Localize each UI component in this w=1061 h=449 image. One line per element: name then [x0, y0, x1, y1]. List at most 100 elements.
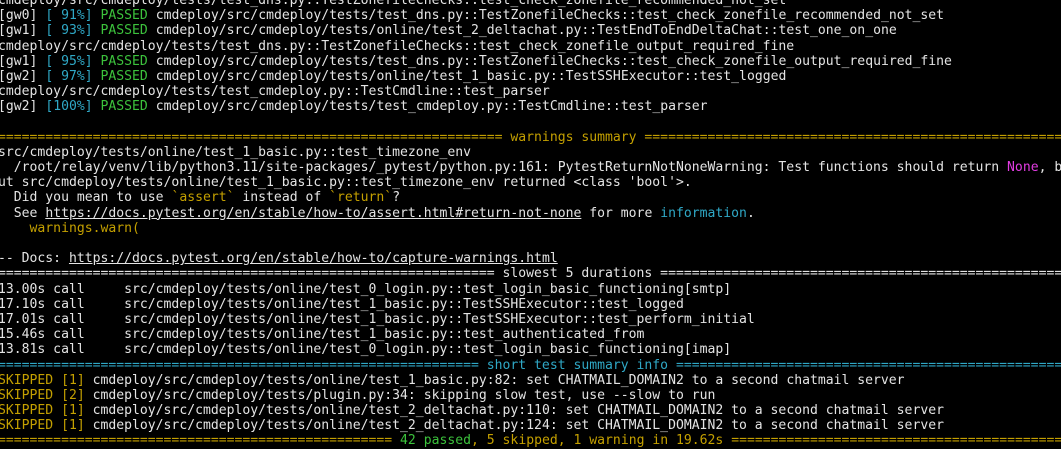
- text-segment: 13.81s call src/cmdeploy/tests/online/te…: [0, 342, 732, 358]
- docs-link[interactable]: https://docs.pytest.org/en/stable/how-to…: [69, 251, 558, 266]
- docs-link[interactable]: https://docs.pytest.org/en/stable/how-to…: [45, 206, 581, 221]
- skipped-line: SKIPPED [1] cmdeploy/src/cmdeploy/tests/…: [0, 373, 1061, 388]
- duration-line: 13.81s call src/cmdeploy/tests/online/te…: [0, 342, 1061, 357]
- text-segment: PASSED: [100, 68, 148, 84]
- text-segment: ,: [557, 433, 574, 449]
- test-result-line: [gw2] [100%] PASSED cmdeploy/src/cmdeplo…: [0, 99, 1061, 114]
- text-segment: ?: [392, 190, 401, 206]
- text-segment: SKIPPED [1]: [0, 403, 85, 419]
- text-segment: [93, 54, 101, 69]
- text-segment: cmdeploy/src/cmdeploy/tests/online/test_…: [147, 23, 897, 39]
- text-segment: ,: [471, 433, 487, 449]
- terminal-window: { "colors": { "background": "#000000", "…: [0, 0, 1061, 448]
- text-segment: /root/relay/venv/lib/python3.11/site-pac…: [0, 160, 1008, 176]
- text-segment: ========================================…: [0, 129, 1061, 145]
- text-segment: cmdeploy/src/cmdeploy/tests/test_dns.py:…: [147, 53, 952, 69]
- warnings-summary-header: ========================================…: [0, 130, 1061, 145]
- duration-line: 15.46s call src/cmdeploy/tests/online/te…: [0, 327, 1061, 342]
- final-summary-line: ========================================…: [0, 433, 1061, 448]
- text-segment: in 19.62s: [644, 433, 724, 449]
- test-result-line: [gw1] [ 93%] PASSED cmdeploy/src/cmdeplo…: [0, 23, 1061, 38]
- test-result-line: [gw0] [ 91%] PASSED cmdeploy/src/cmdeplo…: [0, 8, 1061, 23]
- text-segment: cmdeploy/src/cmdeploy/tests/test_cmdeplo…: [147, 99, 708, 115]
- text-segment: [ 97%]: [45, 68, 93, 84]
- text-segment: Did you mean to use: [0, 190, 172, 206]
- text-segment: [gw2]: [0, 99, 46, 115]
- text-segment: SKIPPED [2]: [0, 387, 85, 403]
- text-segment: ========================================…: [0, 357, 1061, 373]
- text-segment: `return`: [329, 190, 393, 206]
- text-segment: [93, 69, 101, 84]
- text-segment: ========================================…: [0, 266, 1061, 282]
- text-segment: cmdeploy/src/cmdeploy/tests/test_cmdeplo…: [0, 84, 550, 100]
- terminal-line: cmdeploy/src/cmdeploy/tests/test_dns.py:…: [0, 0, 1061, 8]
- text-segment: SKIPPED [1]: [0, 372, 85, 388]
- blank-line: [0, 115, 1061, 130]
- text-segment: src/cmdeploy/tests/online/test_1_basic.p…: [0, 144, 471, 160]
- text-segment: [93, 99, 101, 114]
- text-segment: cmdeploy/src/cmdeploy/tests/online/test_…: [84, 372, 905, 388]
- text-segment: cmdeploy/src/cmdeploy/tests/online/test_…: [84, 418, 944, 434]
- text-segment: [gw2]: [0, 68, 46, 84]
- text-segment: cmdeploy/src/cmdeploy/tests/test_dns.py:…: [0, 38, 795, 54]
- text-segment: cmdeploy/src/cmdeploy/tests/plugin.py:34…: [84, 387, 716, 403]
- terminal-line: src/cmdeploy/tests/online/test_1_basic.p…: [0, 145, 1061, 160]
- text-segment: PASSED: [100, 23, 148, 39]
- blank-line: [0, 236, 1061, 251]
- duration-line: 17.10s call src/cmdeploy/tests/online/te…: [0, 297, 1061, 312]
- terminal-line: -- Docs: https://docs.pytest.org/en/stab…: [0, 251, 1061, 266]
- text-segment: 15.46s call src/cmdeploy/tests/online/te…: [0, 327, 645, 343]
- text-segment: 1 warning: [573, 433, 645, 449]
- text-segment: PASSED: [100, 53, 148, 69]
- short-summary-header: ========================================…: [0, 358, 1061, 373]
- text-segment: -- Docs:: [0, 251, 69, 267]
- slowest-durations-header: ========================================…: [0, 266, 1061, 281]
- text-segment: 13.00s call src/cmdeploy/tests/online/te…: [0, 281, 732, 297]
- text-segment: ========================================…: [0, 433, 401, 449]
- terminal-line: See https://docs.pytest.org/en/stable/ho…: [0, 206, 1061, 221]
- test-result-line: [gw1] [ 95%] PASSED cmdeploy/src/cmdeplo…: [0, 54, 1061, 69]
- text-segment: 17.01s call src/cmdeploy/tests/online/te…: [0, 311, 755, 327]
- test-result-line: [gw2] [ 97%] PASSED cmdeploy/src/cmdeplo…: [0, 69, 1061, 84]
- text-segment: cmdeploy/src/cmdeploy/tests/online/test_…: [84, 403, 944, 419]
- text-segment: [0, 115, 6, 130]
- text-segment: ut src/cmdeploy/tests/online/test_1_basi…: [0, 175, 692, 191]
- duration-line: 17.01s call src/cmdeploy/tests/online/te…: [0, 312, 1061, 327]
- text-segment: [93, 8, 101, 23]
- text-segment: ========================================…: [731, 433, 1061, 449]
- text-segment: `assert`: [171, 190, 235, 206]
- skipped-line: SKIPPED [1] cmdeploy/src/cmdeploy/tests/…: [0, 403, 1061, 418]
- text-segment: information: [660, 205, 747, 221]
- text-segment: [ 95%]: [45, 53, 93, 69]
- terminal-line: Did you mean to use `assert` instead of …: [0, 190, 1061, 205]
- text-segment: 42 passed: [400, 433, 471, 449]
- text-segment: 17.10s call src/cmdeploy/tests/online/te…: [0, 296, 684, 312]
- text-segment: 5 skipped: [486, 433, 558, 449]
- terminal-line: /root/relay/venv/lib/python3.11/site-pac…: [0, 160, 1061, 175]
- text-segment: [ 93%]: [45, 23, 93, 39]
- text-segment: [100%]: [45, 99, 93, 115]
- skipped-line: SKIPPED [2] cmdeploy/src/cmdeploy/tests/…: [0, 388, 1061, 403]
- terminal-line: cmdeploy/src/cmdeploy/tests/test_cmdeplo…: [0, 84, 1061, 99]
- text-segment: SKIPPED [1]: [0, 418, 85, 434]
- text-segment: [gw1]: [0, 23, 46, 39]
- text-segment: [93, 23, 101, 38]
- terminal-line: ut src/cmdeploy/tests/online/test_1_basi…: [0, 175, 1061, 190]
- terminal-output: cmdeploy/src/cmdeploy/tests/test_dns.py:…: [0, 0, 1061, 449]
- text-segment: [ 91%]: [45, 8, 93, 24]
- text-segment: , b: [1038, 160, 1061, 176]
- text-segment: .: [746, 205, 755, 221]
- text-segment: PASSED: [100, 99, 148, 115]
- text-segment: warnings.warn(: [0, 220, 140, 236]
- duration-line: 13.00s call src/cmdeploy/tests/online/te…: [0, 282, 1061, 297]
- text-segment: None: [1007, 160, 1039, 176]
- text-segment: PASSED: [100, 8, 148, 24]
- text-segment: for more: [581, 205, 661, 221]
- text-segment: [gw0]: [0, 8, 46, 24]
- terminal-line: warnings.warn(: [0, 221, 1061, 236]
- terminal-line: cmdeploy/src/cmdeploy/tests/test_dns.py:…: [0, 39, 1061, 54]
- text-segment: [gw1]: [0, 53, 46, 69]
- skipped-line: SKIPPED [1] cmdeploy/src/cmdeploy/tests/…: [0, 418, 1061, 433]
- text-segment: cmdeploy/src/cmdeploy/tests/test_dns.py:…: [0, 0, 787, 8]
- text-segment: cmdeploy/src/cmdeploy/tests/online/test_…: [147, 68, 787, 84]
